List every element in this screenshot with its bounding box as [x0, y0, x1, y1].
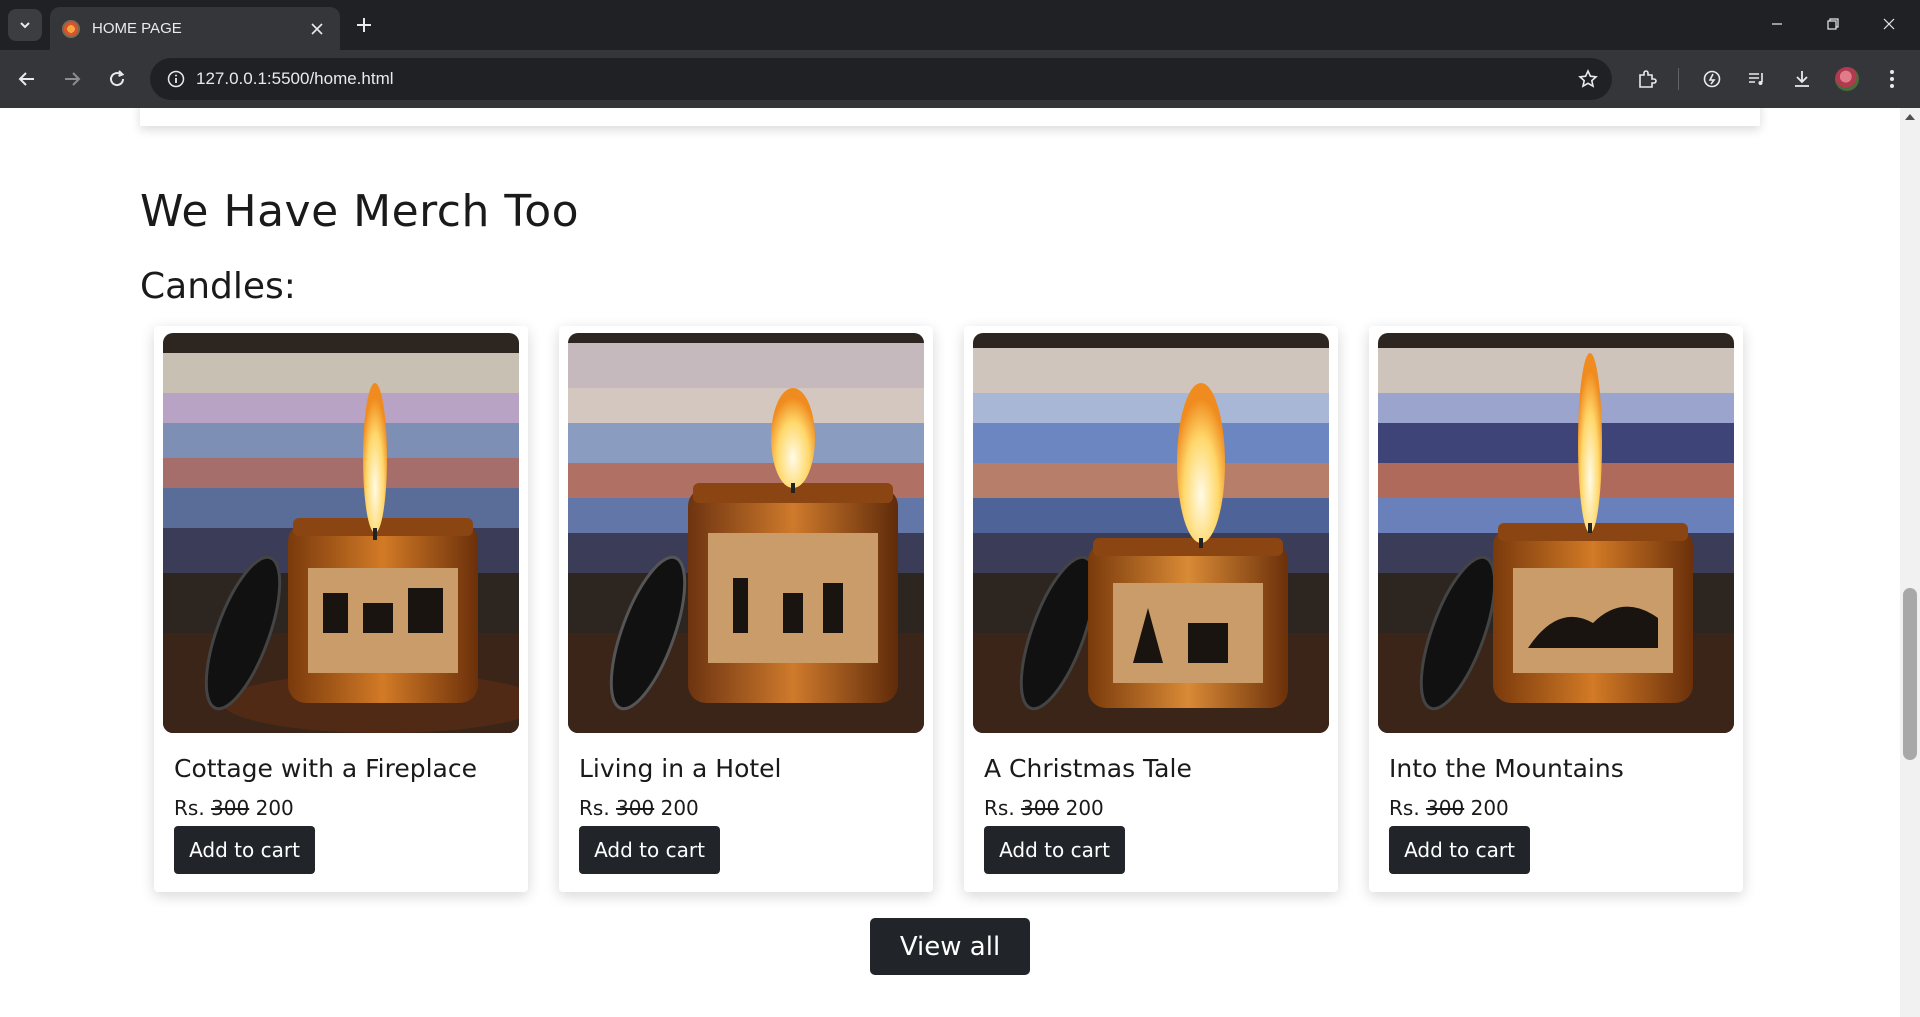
- minimize-window-button[interactable]: [1754, 8, 1800, 40]
- restore-window-button[interactable]: [1810, 8, 1856, 40]
- page-viewport: We Have Merch Too Candles: Cottage with …: [0, 108, 1900, 1017]
- currency-prefix: Rs.: [579, 796, 610, 820]
- back-button[interactable]: [10, 62, 44, 96]
- add-to-cart-button[interactable]: Add to cart: [984, 826, 1125, 874]
- product-name: Living in a Hotel: [579, 754, 782, 783]
- profile-button[interactable]: [1830, 62, 1864, 96]
- close-icon: [311, 22, 323, 35]
- url-text: 127.0.0.1:5500/home.html: [196, 69, 394, 88]
- page-scrollbar[interactable]: [1900, 108, 1920, 1017]
- product-card: Into the Mountains Rs. 300 200 Add to ca…: [1369, 326, 1743, 892]
- minimize-icon: [1772, 23, 1782, 25]
- browser-tabstrip: HOME PAGE: [0, 0, 1920, 50]
- view-all-button[interactable]: View all: [870, 918, 1030, 975]
- plus-icon: [357, 18, 371, 32]
- product-price: Rs. 300 200: [174, 796, 294, 820]
- reload-icon: [110, 70, 125, 87]
- scroll-up-arrow-icon[interactable]: [1905, 114, 1915, 120]
- browser-toolbar: 127.0.0.1:5500/home.html: [0, 50, 1920, 108]
- new-tab-button[interactable]: [350, 11, 378, 39]
- product-image-candle[interactable]: [568, 333, 924, 733]
- arrow-right-icon: [65, 72, 81, 86]
- site-favicon-icon: [62, 19, 80, 38]
- avatar: [1835, 67, 1859, 91]
- product-card: Cottage with a Fireplace Rs. 300 200 Add…: [154, 326, 528, 892]
- extensions-button[interactable]: [1630, 62, 1664, 96]
- toolbar-divider: [1678, 68, 1679, 90]
- close-window-button[interactable]: [1866, 8, 1912, 40]
- product-card: Living in a Hotel Rs. 300 200 Add to car…: [559, 326, 933, 892]
- original-price: 300: [1021, 796, 1060, 820]
- original-price: 300: [1426, 796, 1465, 820]
- product-name: Cottage with a Fireplace: [174, 754, 478, 783]
- product-price: Rs. 300 200: [579, 796, 699, 820]
- site-info-icon[interactable]: [164, 67, 188, 91]
- bookmark-star-icon[interactable]: [1576, 67, 1600, 91]
- product-image-candle[interactable]: [1378, 333, 1734, 733]
- merch-section-heading: We Have Merch Too: [140, 186, 580, 237]
- arrow-left-icon: [18, 72, 34, 86]
- tab-search-button[interactable]: [8, 9, 42, 41]
- product-price: Rs. 300 200: [1389, 796, 1509, 820]
- currency-prefix: Rs.: [1389, 796, 1420, 820]
- add-to-cart-button[interactable]: Add to cart: [1389, 826, 1530, 874]
- product-image-candle[interactable]: [163, 333, 519, 733]
- sale-price: 200: [1065, 796, 1104, 820]
- product-name: A Christmas Tale: [984, 754, 1192, 783]
- forward-button[interactable]: [55, 62, 89, 96]
- download-icon: [1795, 71, 1809, 87]
- browser-menu-button[interactable]: [1875, 62, 1909, 96]
- scrollbar-thumb[interactable]: [1903, 588, 1917, 760]
- currency-prefix: Rs.: [174, 796, 205, 820]
- product-card: A Christmas Tale Rs. 300 200 Add to cart: [964, 326, 1338, 892]
- sale-price: 200: [660, 796, 699, 820]
- performance-button[interactable]: [1695, 62, 1729, 96]
- close-icon: [1883, 18, 1895, 30]
- more-vertical-icon: [1890, 70, 1894, 88]
- candles-subheading: Candles:: [140, 266, 296, 307]
- add-to-cart-button[interactable]: Add to cart: [174, 826, 315, 874]
- chevron-down-icon: [20, 22, 30, 29]
- browser-tab-active[interactable]: HOME PAGE: [50, 7, 340, 50]
- reload-button[interactable]: [100, 62, 134, 96]
- original-price: 300: [616, 796, 655, 820]
- restore-icon: [1827, 18, 1839, 30]
- product-price: Rs. 300 200: [984, 796, 1104, 820]
- product-name: Into the Mountains: [1389, 754, 1624, 783]
- address-bar[interactable]: 127.0.0.1:5500/home.html: [150, 58, 1612, 100]
- sale-price: 200: [255, 796, 294, 820]
- media-controls-button[interactable]: [1740, 62, 1774, 96]
- speedometer-icon: [1703, 70, 1721, 88]
- product-image-candle[interactable]: [973, 333, 1329, 733]
- tab-title: HOME PAGE: [92, 20, 182, 37]
- playlist-icon: [1749, 73, 1763, 85]
- sale-price: 200: [1470, 796, 1509, 820]
- tab-close-button[interactable]: [306, 18, 328, 40]
- puzzle-icon: [1639, 70, 1657, 88]
- original-price: 300: [211, 796, 250, 820]
- previous-section-card: [140, 108, 1760, 126]
- currency-prefix: Rs.: [984, 796, 1015, 820]
- downloads-button[interactable]: [1785, 62, 1819, 96]
- add-to-cart-button[interactable]: Add to cart: [579, 826, 720, 874]
